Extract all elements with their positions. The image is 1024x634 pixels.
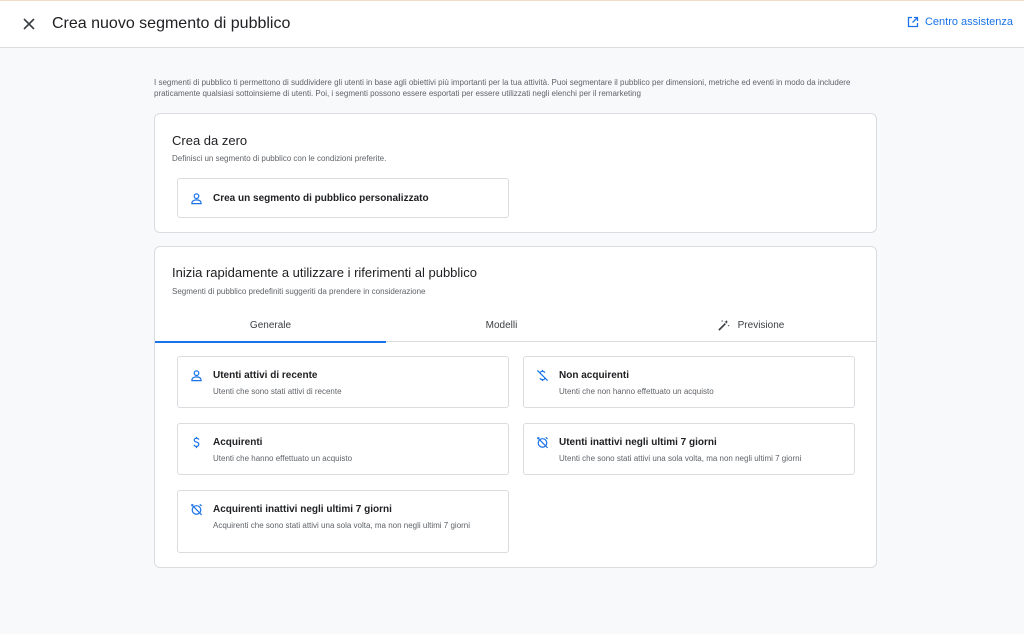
tab-generale[interactable]: Generale <box>155 309 386 343</box>
reference-description: Utenti che sono stati attivi di recente <box>213 387 342 396</box>
create-from-scratch-title: Crea da zero <box>172 133 248 148</box>
reference-tabs: Generale Modelli Previsione <box>155 309 876 343</box>
reference-description: Utenti che hanno effettuato un acquisto <box>213 454 353 463</box>
tab-modelli[interactable]: Modelli <box>386 309 617 342</box>
create-custom-segment-button[interactable]: Crea un segmento di pubblico personalizz… <box>177 178 509 218</box>
page-title: Crea nuovo segmento di pubblico <box>52 15 291 32</box>
reference-description: Utenti che sono stati attivi una sola vo… <box>559 454 802 463</box>
create-from-scratch-card: Crea da zero Definisci un segmento di pu… <box>154 113 877 233</box>
reference-description: Utenti che non hanno effettuato un acqui… <box>559 387 714 396</box>
audience-references-card: Inizia rapidamente a utilizzare i riferi… <box>154 246 877 568</box>
alarm-off-icon <box>536 436 549 449</box>
tab-label: Previsione <box>737 320 785 331</box>
reference-non-purchasers[interactable]: Non acquirenti Utenti che non hanno effe… <box>523 356 855 408</box>
reference-title: Non acquirenti <box>559 370 630 381</box>
audience-references-subtitle: Segmenti di pubblico predefiniti suggeri… <box>172 287 426 296</box>
reference-title: Acquirenti inattivi negli ultimi 7 giorn… <box>213 504 392 515</box>
help-center-label: Centro assistenza <box>924 16 1013 28</box>
intro-text: I segmenti di pubblico ti permettono di … <box>154 78 851 98</box>
audience-references-title: Inizia rapidamente a utilizzare i riferi… <box>172 265 477 280</box>
create-from-scratch-subtitle: Definisci un segmento di pubblico con le… <box>172 154 387 163</box>
help-center-link[interactable]: Centro assistenza <box>907 16 1013 28</box>
person-icon <box>190 369 203 382</box>
tab-label: Modelli <box>485 320 518 331</box>
reference-description: Acquirenti che sono stati attivi una sol… <box>213 521 471 530</box>
reference-title: Utenti inattivi negli ultimi 7 giorni <box>559 437 717 448</box>
reference-purchasers[interactable]: Acquirenti Utenti che hanno effettuato u… <box>177 423 509 475</box>
tab-label: Generale <box>249 320 292 331</box>
tab-previsione[interactable]: Previsione <box>635 309 866 342</box>
close-icon <box>23 18 35 30</box>
person-icon <box>190 192 203 205</box>
close-button[interactable] <box>18 13 40 35</box>
reference-title: Utenti attivi di recente <box>213 370 318 381</box>
magic-wand-icon <box>717 319 730 331</box>
create-custom-segment-label: Crea un segmento di pubblico personalizz… <box>213 193 429 204</box>
no-money-icon <box>536 369 549 382</box>
open-in-new-icon <box>907 16 919 28</box>
reference-inactive-purchasers-7-days[interactable]: Acquirenti inattivi negli ultimi 7 giorn… <box>177 490 509 553</box>
reference-title: Acquirenti <box>213 437 263 448</box>
top-bar: Crea nuovo segmento di pubblico Centro a… <box>0 0 1024 48</box>
reference-inactive-users-7-days[interactable]: Utenti inattivi negli ultimi 7 giorni Ut… <box>523 423 855 475</box>
alarm-off-icon <box>190 503 203 516</box>
dollar-icon <box>190 436 203 449</box>
reference-recently-active-users[interactable]: Utenti attivi di recente Utenti che sono… <box>177 356 509 408</box>
